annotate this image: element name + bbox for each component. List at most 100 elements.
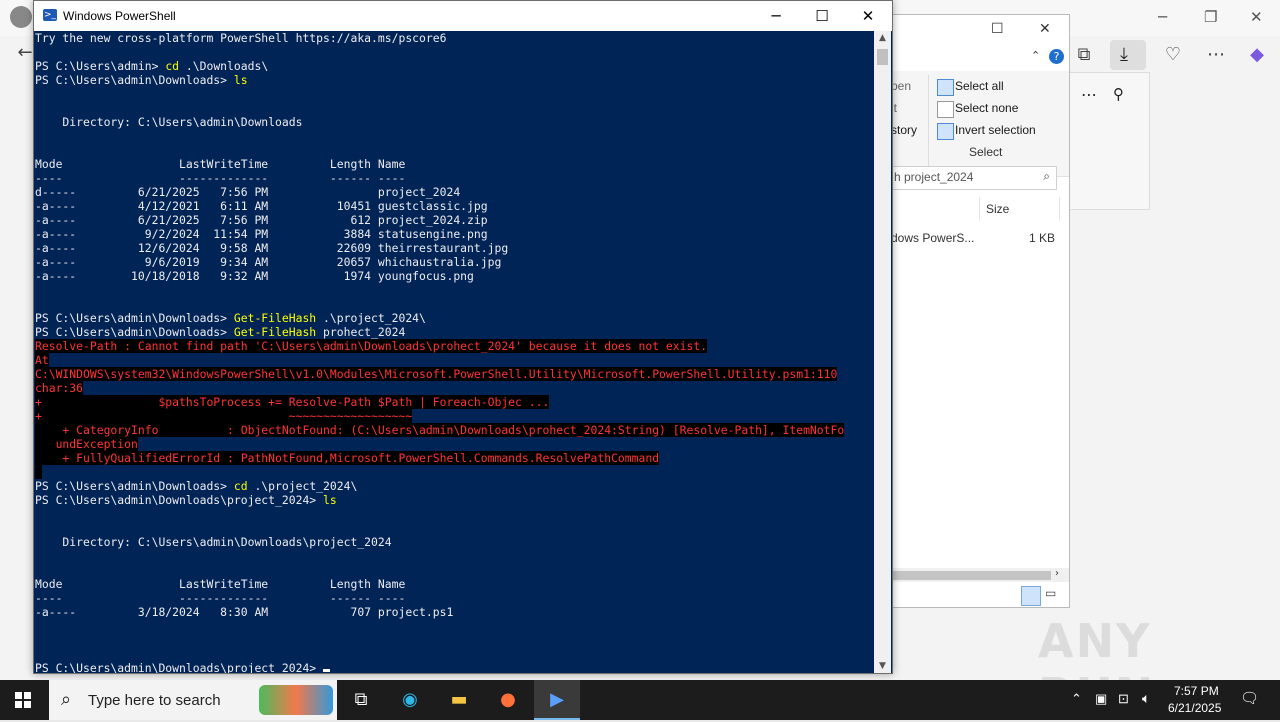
error-line: At: [35, 353, 873, 367]
browser-essentials-icon[interactable]: ♡: [1162, 44, 1184, 66]
powershell-window[interactable]: >_ Windows PowerShell ─ ☐ ✕ Try the new …: [33, 0, 893, 674]
command-line: PS C:\Users\admin\Downloads> cd .\projec…: [35, 479, 873, 493]
device-icon[interactable]: ▣: [1095, 691, 1107, 707]
error-line: [35, 465, 873, 479]
chevron-up-icon[interactable]: ⌃: [1031, 49, 1040, 62]
chevron-right-icon[interactable]: ›: [1055, 568, 1059, 579]
command-args: prohect_2024: [316, 325, 406, 339]
prompt-text: PS C:\Users\admin\Downloads>: [35, 325, 234, 339]
file-explorer-icon[interactable]: ▬: [436, 680, 482, 720]
pin-icon[interactable]: ⚲: [1113, 85, 1124, 103]
firefox-icon[interactable]: ●: [485, 680, 531, 720]
current-prompt-line[interactable]: PS C:\Users\admin\Downloads\project_2024…: [35, 661, 873, 673]
vertical-scrollbar[interactable]: ▲ ▼: [874, 31, 891, 673]
line-text: -a---- 9/2/2024 11:54 PM 3884 statusengi…: [35, 227, 488, 241]
help-icon[interactable]: ?: [1049, 49, 1064, 64]
output-line: -a---- 4/12/2021 6:11 AM 10451 guestclas…: [35, 199, 873, 213]
browser-minimize-button[interactable]: ─: [1158, 8, 1167, 26]
search-icon: ⌕: [61, 689, 72, 710]
scroll-down-icon[interactable]: ▼: [874, 661, 891, 671]
ribbon-divider: [928, 75, 929, 167]
scroll-thumb[interactable]: [877, 49, 888, 65]
line-text: [35, 465, 42, 479]
line-text: ---- ------------- ------ ----: [35, 591, 406, 605]
download-icon: ⤓: [1120, 44, 1128, 65]
output-line: Directory: C:\Users\admin\Downloads\proj…: [35, 535, 873, 549]
select-none-icon: [937, 101, 954, 118]
command-line: PS C:\Users\admin\Downloads> ls: [35, 73, 873, 87]
output-line: Try the new cross-platform PowerShell ht…: [35, 31, 873, 45]
output-line: -a---- 6/21/2025 7:56 PM 612 project_202…: [35, 213, 873, 227]
details-view-icon[interactable]: [1021, 586, 1041, 606]
task-view-icon[interactable]: ⧉: [338, 680, 384, 720]
output-line: Mode LastWriteTime Length Name: [35, 157, 873, 171]
line-text: Mode LastWriteTime Length Name: [35, 157, 406, 171]
line-text: undException: [35, 437, 138, 451]
taskbar-search-box[interactable]: ⌕ Type here to search: [49, 680, 337, 720]
line-text: Try the new cross-platform PowerShell ht…: [35, 31, 447, 45]
notifications-icon[interactable]: 🗨︎: [1240, 689, 1259, 707]
line-text: + $pathsToProcess += Resolve-Path $Path …: [35, 395, 550, 409]
scroll-up-icon[interactable]: ▲: [874, 33, 891, 43]
scroll-thumb[interactable]: [891, 571, 1051, 580]
downloads-button[interactable]: ⤓: [1110, 40, 1146, 70]
command-line: PS C:\Users\admin> cd .\Downloads\: [35, 59, 873, 73]
clock-date[interactable]: 6/21/2025: [1168, 701, 1221, 715]
tiles-view-icon[interactable]: ▭: [1045, 586, 1063, 604]
collections-icon[interactable]: ⧉: [1073, 44, 1095, 66]
explorer-maximize-button[interactable]: ☐: [991, 21, 1004, 37]
line-text: -a---- 10/18/2018 9:32 AM 1974 youngfocu…: [35, 269, 474, 283]
volume-icon[interactable]: 🔈︎: [1142, 690, 1150, 707]
column-header-size[interactable]: Size: [986, 202, 1009, 216]
output-line: -a---- 12/6/2024 9:58 AM 22609 theirrest…: [35, 241, 873, 255]
more-icon[interactable]: ⋯: [1081, 85, 1097, 104]
output-line: -a---- 10/18/2018 9:32 AM 1974 youngfocu…: [35, 269, 873, 283]
output-line: ---- ------------- ------ ----: [35, 171, 873, 185]
browser-restore-button[interactable]: ❐: [1204, 8, 1217, 26]
minimize-button[interactable]: ─: [753, 1, 799, 31]
powershell-taskbar-icon[interactable]: ▶: [534, 680, 580, 720]
line-text: C:\WINDOWS\system32\WindowsPowerShell\v1…: [35, 367, 838, 381]
select-none-button[interactable]: Select none: [955, 101, 1018, 115]
line-text: Directory: C:\Users\admin\Downloads: [35, 115, 303, 129]
maximize-button[interactable]: ☐: [799, 1, 845, 31]
file-row-name[interactable]: dows PowerS...: [891, 231, 974, 245]
clock-time[interactable]: 7:57 PM: [1174, 684, 1219, 698]
browser-close-button[interactable]: ✕: [1250, 8, 1263, 26]
error-line: char:36: [35, 381, 873, 395]
copilot-icon[interactable]: ◆: [1246, 44, 1268, 66]
line-text: -a---- 6/21/2025 7:56 PM 612 project_202…: [35, 213, 488, 227]
command-args: .\Downloads\: [179, 59, 269, 73]
windows-logo-icon: [15, 692, 31, 708]
start-button[interactable]: [0, 680, 48, 720]
explorer-close-button[interactable]: ✕: [1039, 21, 1051, 37]
file-explorer-window: ☐ ✕ ⌃ ? pen it story Select all Select n…: [870, 14, 1070, 608]
chevron-up-icon[interactable]: ⌃: [1071, 691, 1082, 707]
error-line: + ~~~~~~~~~~~~~~~~~~: [35, 409, 873, 423]
network-icon[interactable]: ⊡: [1118, 691, 1129, 707]
invert-selection-button[interactable]: Invert selection: [955, 123, 1036, 137]
command-line: PS C:\Users\admin\Downloads\project_2024…: [35, 493, 873, 507]
invert-selection-icon: [937, 123, 954, 140]
ribbon-history-item[interactable]: story: [891, 123, 917, 137]
line-text: -a---- 3/18/2024 8:30 AM 707 project.ps1: [35, 605, 454, 619]
avatar[interactable]: [10, 6, 32, 28]
search-input[interactable]: h project_2024 ⌕: [891, 166, 1057, 190]
output-line: d----- 6/21/2025 7:56 PM project_2024: [35, 185, 873, 199]
taskbar-search-placeholder: Type here to search: [88, 692, 221, 709]
edge-icon[interactable]: ◉: [387, 680, 433, 720]
ribbon-open-item[interactable]: pen: [891, 79, 911, 93]
command-name: Get-FileHash: [233, 311, 317, 325]
console-output[interactable]: Try the new cross-platform PowerShell ht…: [35, 31, 873, 673]
title-bar[interactable]: >_ Windows PowerShell ─ ☐ ✕: [34, 1, 892, 31]
more-options-icon[interactable]: ⋯: [1205, 44, 1227, 66]
text-cursor: [323, 669, 331, 672]
horizontal-scrollbar[interactable]: ›: [891, 568, 1069, 582]
select-all-button[interactable]: Select all: [955, 79, 1004, 93]
close-button[interactable]: ✕: [845, 1, 891, 31]
